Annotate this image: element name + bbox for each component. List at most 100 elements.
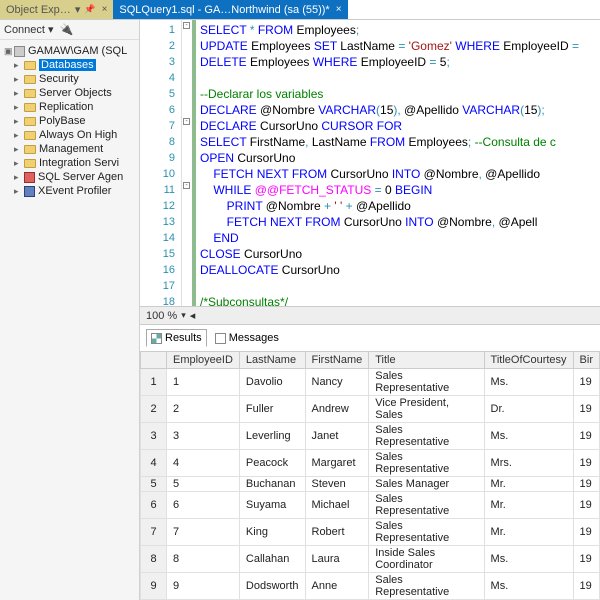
tree-item[interactable]: ▸Databases — [0, 58, 139, 72]
expand-icon[interactable]: ▸ — [14, 60, 24, 71]
cell[interactable]: Mrs. — [484, 450, 573, 477]
cell[interactable]: Suyama — [239, 492, 305, 519]
cell[interactable]: Ms. — [484, 423, 573, 450]
cell[interactable]: King — [239, 519, 305, 546]
dropdown-icon[interactable]: ▾ — [181, 310, 186, 321]
cell[interactable]: Dodsworth — [239, 573, 305, 600]
cell[interactable]: Laura — [305, 546, 369, 573]
cell[interactable]: Sales Representative — [369, 369, 484, 396]
cell[interactable]: Mr. — [484, 519, 573, 546]
table-row[interactable]: 88CallahanLauraInside Sales CoordinatorM… — [141, 546, 600, 573]
chevron-left-icon[interactable]: ◂ — [190, 309, 196, 322]
cell[interactable]: 19 — [573, 423, 599, 450]
cell[interactable]: 1 — [167, 369, 240, 396]
fold-icon[interactable]: - — [183, 182, 190, 189]
cell[interactable]: Sales Representative — [369, 573, 484, 600]
cell[interactable]: Davolio — [239, 369, 305, 396]
tab-results[interactable]: Results — [146, 329, 207, 347]
tree-item[interactable]: ▸Replication — [0, 100, 139, 114]
column-header[interactable]: FirstName — [305, 352, 369, 369]
expand-icon[interactable]: ▸ — [14, 88, 24, 99]
code-content[interactable]: SELECT * FROM Employees; UPDATE Employee… — [196, 20, 579, 306]
tree-item[interactable]: ▸PolyBase — [0, 114, 139, 128]
cell[interactable]: Mr. — [484, 477, 573, 492]
cell[interactable]: 19 — [573, 492, 599, 519]
cell[interactable]: 8 — [141, 546, 167, 573]
cell[interactable]: 4 — [141, 450, 167, 477]
cell[interactable]: 19 — [573, 573, 599, 600]
cell[interactable]: 6 — [141, 492, 167, 519]
cell[interactable]: 9 — [167, 573, 240, 600]
cell[interactable]: Leverling — [239, 423, 305, 450]
expand-icon[interactable]: ▸ — [14, 102, 24, 113]
cell[interactable]: 5 — [167, 477, 240, 492]
cell[interactable]: 19 — [573, 546, 599, 573]
cell[interactable]: Vice President, Sales — [369, 396, 484, 423]
code-editor[interactable]: 12345678910111213141516171819202122 - - … — [140, 20, 600, 306]
cell[interactable]: 9 — [141, 573, 167, 600]
connect-button[interactable]: Connect ▾ — [4, 23, 54, 36]
cell[interactable]: 8 — [167, 546, 240, 573]
cell[interactable]: Inside Sales Coordinator — [369, 546, 484, 573]
table-row[interactable]: 44PeacockMargaretSales RepresentativeMrs… — [141, 450, 600, 477]
cell[interactable]: 19 — [573, 477, 599, 492]
column-header[interactable]: Bir — [573, 352, 599, 369]
cell[interactable]: Mr. — [484, 492, 573, 519]
tree-item[interactable]: ▸Always On High — [0, 128, 139, 142]
close-icon[interactable]: × — [336, 4, 342, 15]
expand-icon[interactable]: ▸ — [14, 158, 24, 169]
cell[interactable]: 2 — [141, 396, 167, 423]
column-header[interactable] — [141, 352, 167, 369]
tab-messages[interactable]: Messages — [211, 330, 283, 346]
cell[interactable]: Nancy — [305, 369, 369, 396]
column-header[interactable]: EmployeeID — [167, 352, 240, 369]
cell[interactable]: Steven — [305, 477, 369, 492]
tree-item[interactable]: ▸Security — [0, 72, 139, 86]
cell[interactable]: Janet — [305, 423, 369, 450]
cell[interactable]: Sales Manager — [369, 477, 484, 492]
cell[interactable]: Robert — [305, 519, 369, 546]
table-row[interactable]: 66SuyamaMichaelSales RepresentativeMr.19 — [141, 492, 600, 519]
zoom-level[interactable]: 100 % — [146, 310, 177, 322]
cell[interactable]: Margaret — [305, 450, 369, 477]
close-icon[interactable]: × — [102, 4, 108, 15]
fold-icon[interactable]: - — [183, 22, 190, 29]
tree-item[interactable]: ▸XEvent Profiler — [0, 184, 139, 198]
cell[interactable]: Peacock — [239, 450, 305, 477]
cell[interactable]: Ms. — [484, 546, 573, 573]
table-row[interactable]: 99DodsworthAnneSales RepresentativeMs.19 — [141, 573, 600, 600]
tab-object-explorer[interactable]: Object Exp… ▾ 📌 × — [0, 0, 113, 19]
cell[interactable]: Dr. — [484, 396, 573, 423]
cell[interactable]: Sales Representative — [369, 519, 484, 546]
table-row[interactable]: 22FullerAndrewVice President, SalesDr.19 — [141, 396, 600, 423]
table-row[interactable]: 33LeverlingJanetSales RepresentativeMs.1… — [141, 423, 600, 450]
cell[interactable]: 2 — [167, 396, 240, 423]
cell[interactable]: 19 — [573, 396, 599, 423]
table-row[interactable]: 77KingRobertSales RepresentativeMr.19 — [141, 519, 600, 546]
cell[interactable]: Ms. — [484, 369, 573, 396]
tree-item[interactable]: ▸Integration Servi — [0, 156, 139, 170]
cell[interactable]: 3 — [141, 423, 167, 450]
cell[interactable]: Fuller — [239, 396, 305, 423]
cell[interactable]: 19 — [573, 369, 599, 396]
cell[interactable]: Michael — [305, 492, 369, 519]
connect-icon[interactable]: 🔌 — [60, 23, 74, 36]
cell[interactable]: Sales Representative — [369, 450, 484, 477]
cell[interactable]: Buchanan — [239, 477, 305, 492]
cell[interactable]: 7 — [167, 519, 240, 546]
cell[interactable]: 19 — [573, 519, 599, 546]
tree-item[interactable]: ▸SQL Server Agen — [0, 170, 139, 184]
collapse-icon[interactable]: ▣ — [4, 46, 14, 57]
cell[interactable]: 19 — [573, 450, 599, 477]
cell[interactable]: Ms. — [484, 573, 573, 600]
cell[interactable]: Callahan — [239, 546, 305, 573]
cell[interactable]: Andrew — [305, 396, 369, 423]
tree-item[interactable]: ▸Management — [0, 142, 139, 156]
cell[interactable]: 5 — [141, 477, 167, 492]
column-header[interactable]: TitleOfCourtesy — [484, 352, 573, 369]
fold-icon[interactable]: - — [183, 118, 190, 125]
table-row[interactable]: 11DavolioNancySales RepresentativeMs.19 — [141, 369, 600, 396]
column-header[interactable]: Title — [369, 352, 484, 369]
cell[interactable]: 7 — [141, 519, 167, 546]
expand-icon[interactable]: ▸ — [14, 74, 24, 85]
